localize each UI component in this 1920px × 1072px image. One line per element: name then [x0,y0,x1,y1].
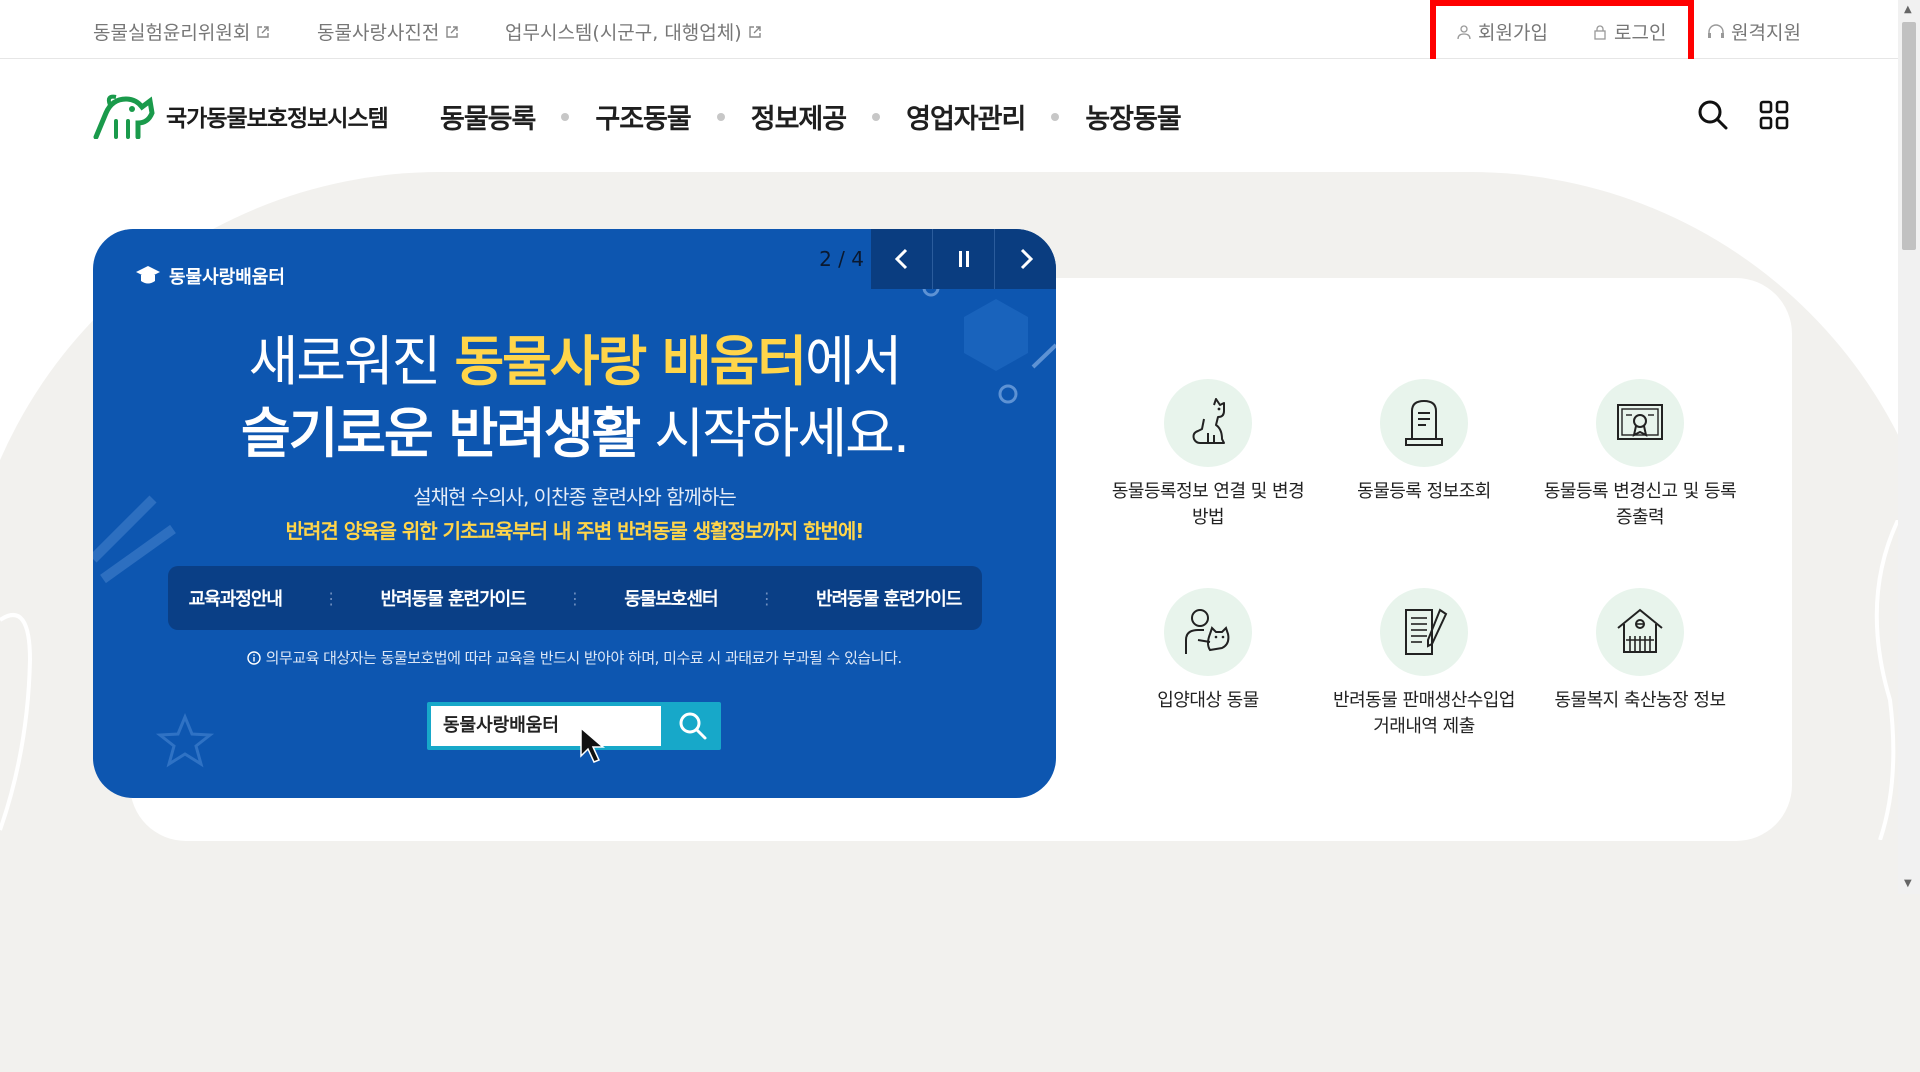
search-icon[interactable] [1697,99,1729,131]
quick-link-label: 반려동물 판매생산수입업 거래내역 제출 [1333,690,1515,737]
left-decoration [0,613,33,831]
quick-link-registration-lookup[interactable]: 동물등록 정보조회 [1324,379,1524,505]
main-navigation: 동물등록 구조동물 정보제공 영업자관리 농장동물 [440,97,1182,136]
nav-item-business-management[interactable]: 영업자관리 [906,97,1026,136]
site-logo[interactable]: 국가동물보호정보시스템 [92,93,389,139]
info-icon [247,651,262,665]
chevron-right-icon [1020,248,1033,270]
logo-icon [93,94,155,139]
barn-icon [1617,608,1663,653]
graduation-cap-icon [136,266,160,284]
quick-link-change-report[interactable]: 동물등록 변경신고 및 등록증출력 [1540,379,1740,531]
nav-item-farm-animals[interactable]: 농장동물 [1085,97,1181,136]
quick-link-label: 동물등록 정보조회 [1357,481,1491,502]
quick-link-icon-circle [1380,379,1468,467]
nav-item-information[interactable]: 정보제공 [751,97,847,136]
pause-icon [958,251,969,267]
banner-notice: 의무교육 대상자는 동물보호법에 따라 교육을 반드시 받아야 하며, 미수료 … [93,647,1056,668]
scroll-up-arrow-icon[interactable]: ▲ [1904,4,1912,15]
quick-link-label: 동물등록 변경신고 및 등록증출력 [1543,481,1737,528]
right-decoration [1874,520,1898,840]
remote-support-link[interactable]: 원격지원 [1707,18,1801,45]
main-banner[interactable]: 2 / 4 동물사랑배움터 새로워진 동물사랑 배움터에서 슬기로운 반려생활 … [93,229,1056,798]
quick-link-registration-connect[interactable]: 동물등록정보 연결 및 변경방법 [1108,379,1308,531]
nav-separator [872,112,881,121]
mouse-cursor-icon [580,726,606,763]
banner-subtitle: 설채현 수의사, 이찬종 훈련사와 함께하는 [413,485,737,509]
quick-link-label: 입양대상 동물 [1157,690,1259,711]
scroll-down-arrow-icon[interactable]: ▼ [1904,878,1912,889]
quick-link-icon-circle [1164,588,1252,676]
logo-text: 국가동물보호정보시스템 [166,106,389,132]
person-with-dog-icon [1185,609,1230,654]
headline-text: 에서 [805,330,902,393]
banner-subtitle-highlight: 반려견 양육을 위한 기초교육부터 내 주변 반려동물 생활정보까지 한번에! [285,519,865,543]
nav-separator [561,112,570,121]
nav-separator [716,112,725,121]
search-icon [679,712,707,740]
quick-link-adoption[interactable]: 입양대상 동물 [1108,588,1308,714]
banner-search-button[interactable] [665,702,721,750]
external-link-icon [446,25,459,38]
pause-slide-button[interactable] [932,229,994,289]
certificate-icon [1617,404,1663,440]
background-strip [0,843,1898,894]
banner-search-field[interactable]: 동물사랑배움터 [431,706,661,746]
nav-item-rescued-animals[interactable]: 구조동물 [595,97,691,136]
quick-link-trade-submission[interactable]: 반려동물 판매생산수입업 거래내역 제출 [1324,588,1524,740]
notice-text: 의무교육 대상자는 동물보호법에 따라 교육을 반드시 받아야 하며, 미수료 … [265,649,902,667]
quick-link-welfare-farm[interactable]: 동물복지 축산농장 정보 [1540,588,1740,714]
tombstone-icon [1405,399,1443,446]
banner-search[interactable]: 동물사랑배움터 [427,702,721,750]
headline-highlight: 동물사랑 배움터 [454,330,807,393]
animal-photo-contest-link[interactable]: 동물사랑사진전 [317,18,459,45]
banner-menu: 교육과정안내 ⋮ 반려동물 훈련가이드 ⋮ 동물보호센터 ⋮ 반려동물 훈련가이… [168,566,982,630]
scrollbar-thumb[interactable] [1902,22,1916,250]
banner-headline-1: 새로워진 동물사랑 배움터에서 [93,317,1056,396]
remote-support-label: 원격지원 [1731,22,1801,44]
banner-brand: 동물사랑배움터 [135,263,285,289]
dog-sitting-icon [1192,398,1225,444]
nav-separator [1051,112,1060,121]
page-scrollbar[interactable]: ▲ ▼ [1898,0,1920,894]
next-slide-button[interactable] [994,229,1056,289]
slide-controls [871,229,1056,289]
quick-link-icon-circle [1380,588,1468,676]
external-link-icon [748,25,761,38]
headset-icon [1708,23,1724,38]
banner-brand-text: 동물사랑배움터 [169,267,285,288]
animal-ethics-committee-link[interactable]: 동물실험윤리위원회 [93,18,270,45]
chevron-left-icon [894,248,907,270]
quick-link-icon-circle [1596,379,1684,467]
menu-separator: ⋮ [566,588,583,608]
link-label: 동물실험윤리위원회 [93,22,251,44]
banner-headline-2: 슬기로운 반려생활 시작하세요. [93,389,1056,468]
link-label: 동물사랑사진전 [317,22,440,44]
menu-separator: ⋮ [758,588,775,608]
quick-link-label: 동물등록정보 연결 및 변경방법 [1111,481,1305,528]
menu-separator: ⋮ [323,588,340,608]
headline-text: 시작하세요. [639,402,910,465]
prev-slide-button[interactable] [871,229,932,289]
banner-menu-protection-center[interactable]: 동물보호센터 [624,585,718,611]
link-label: 업무시스템(시군구, 대행업체) [505,22,742,44]
external-link-icon [257,25,270,38]
work-system-link[interactable]: 업무시스템(시군구, 대행업체) [505,18,762,45]
nav-item-animal-registration[interactable]: 동물등록 [440,97,536,136]
quick-link-icon-circle [1164,379,1252,467]
headline-text: 새로워진 [248,330,455,393]
quick-link-icon-circle [1596,588,1684,676]
site-header: 국가동물보호정보시스템 동물등록 구조동물 정보제공 영업자관리 농장동물 [0,59,1898,169]
banner-menu-training-guide[interactable]: 반려동물 훈련가이드 [380,585,526,611]
quick-link-label: 동물복지 축산농장 정보 [1554,690,1726,711]
banner-menu-training-guide-2[interactable]: 반려동물 훈련가이드 [816,585,962,611]
banner-menu-course-info[interactable]: 교육과정안내 [189,585,283,611]
headline-bold: 슬기로운 반려생활 [241,402,641,465]
grid-menu-icon[interactable] [1758,99,1790,131]
document-pen-icon [1405,608,1448,655]
slide-counter: 2 / 4 [819,247,864,271]
